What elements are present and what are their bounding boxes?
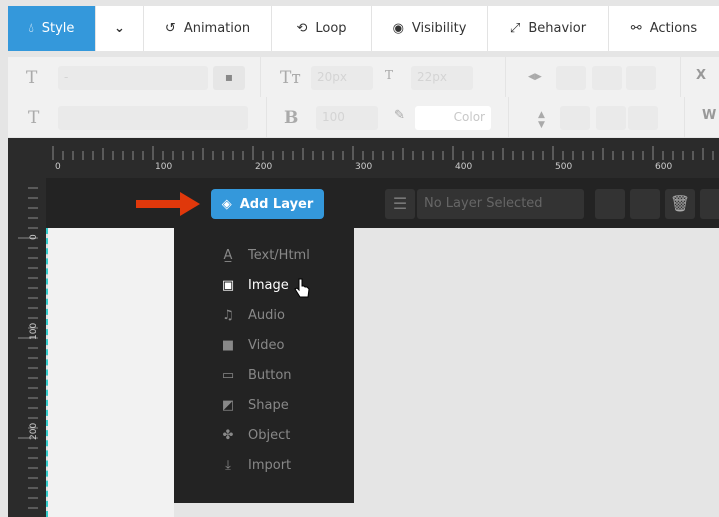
- menu-item-text-html[interactable]: A̲ Text/Html: [220, 248, 310, 263]
- menu-item-video[interactable]: ■ Video: [220, 338, 285, 353]
- vertical-ruler[interactable]: 0 100 200: [8, 178, 46, 517]
- line-height-input[interactable]: 22px: [411, 66, 473, 90]
- align-right-button[interactable]: [626, 66, 656, 90]
- tab-more-dropdown[interactable]: ⌄: [96, 6, 144, 51]
- loop-icon: ⟲: [296, 21, 308, 36]
- layer-action-button[interactable]: [595, 189, 625, 219]
- font-size-icon: Tт: [280, 68, 301, 88]
- menu-item-audio[interactable]: ♫ Audio: [220, 308, 285, 323]
- shape-icon: ◩: [221, 398, 235, 413]
- font-style-select[interactable]: [58, 106, 248, 130]
- horizontal-ruler[interactable]: 0 100 200 300 400 500 600: [46, 146, 719, 176]
- tab-behavior[interactable]: ⤢ Behavior: [488, 6, 609, 51]
- pencil-icon: ✎: [394, 108, 405, 123]
- history-icon: ↺: [164, 21, 176, 36]
- download-icon: ⤓: [225, 458, 231, 473]
- align-top-button[interactable]: [560, 106, 590, 130]
- chevron-down-icon: ⌄: [114, 21, 125, 36]
- video-camera-icon: ■: [221, 338, 235, 353]
- tab-visibility[interactable]: ◉ Visibility: [372, 6, 488, 51]
- menu-item-import[interactable]: ⤓ Import: [220, 458, 291, 473]
- ruler-label: 500: [555, 162, 572, 172]
- tab-loop[interactable]: ⟲ Loop: [272, 6, 372, 51]
- add-layer-menu: A̲ Text/Html ▣ Image ♫ Audio ■ Video ▭ Button ◩ Sha…: [174, 228, 354, 503]
- ruler-label: 0: [55, 162, 61, 172]
- ruler-label: 300: [355, 162, 372, 172]
- text-icon: A̲: [223, 248, 233, 263]
- horizontal-align-icon: ◀▶: [528, 72, 542, 82]
- ruler-label: 100: [29, 323, 39, 340]
- image-icon: ▣: [221, 278, 235, 293]
- toolbar-row-2: T B 100 ✎ Color ▲ ▼ W: [8, 97, 719, 138]
- button-icon: ▭: [221, 368, 235, 383]
- tab-bar: 💧︎ Style ⌄ ↺ Animation ⟲ Loop ◉ Visibility ⤢…: [8, 6, 719, 51]
- line-height-icon: T: [385, 68, 394, 82]
- layer-list-button[interactable]: ☰: [385, 189, 415, 219]
- menu-item-shape[interactable]: ◩ Shape: [220, 398, 289, 413]
- ruler-label: 200: [255, 162, 272, 172]
- delete-layer-button[interactable]: 🗑︎: [665, 189, 695, 219]
- ruler-label: 200: [29, 423, 39, 440]
- duplicate-layer-button[interactable]: [700, 189, 719, 219]
- font-family-select[interactable]: -: [58, 66, 208, 90]
- font-weight-icon: B: [284, 108, 299, 128]
- menu-item-image[interactable]: ▣ Image: [220, 278, 289, 293]
- expand-icon: ⤢: [509, 21, 521, 36]
- layer-action-button[interactable]: [630, 189, 660, 219]
- save-icon[interactable]: ▪: [213, 66, 245, 90]
- eye-icon: ◉: [392, 21, 404, 36]
- selected-layer-field[interactable]: No Layer Selected: [417, 189, 584, 219]
- tab-actions[interactable]: ⚯ Actions: [609, 6, 719, 51]
- droplet-icon: 💧︎: [28, 21, 34, 36]
- arrow-pointer: [136, 192, 200, 216]
- width-label: W: [702, 108, 717, 123]
- ruler-label: 100: [155, 162, 172, 172]
- x-position-label: X: [696, 68, 707, 83]
- font-weight-input[interactable]: 100: [316, 106, 378, 130]
- menu-item-object[interactable]: ✤ Object: [220, 428, 291, 443]
- font-size-input[interactable]: 20px: [311, 66, 373, 90]
- layers-icon: ◈: [221, 196, 232, 212]
- tab-animation[interactable]: ↺ Animation: [144, 6, 272, 51]
- hand-cursor-icon: [294, 278, 310, 298]
- align-middle-button[interactable]: [596, 106, 626, 130]
- ruler-label: 400: [455, 162, 472, 172]
- align-center-button[interactable]: [592, 66, 622, 90]
- menu-icon: ☰: [392, 194, 408, 213]
- slide-area[interactable]: [48, 228, 174, 517]
- ruler-label: 600: [655, 162, 672, 172]
- vertical-align-icon: ▲ ▼: [538, 110, 545, 130]
- link-icon: ⚯: [630, 21, 642, 36]
- align-left-button[interactable]: [556, 66, 586, 90]
- add-layer-button[interactable]: ◈ Add Layer: [211, 189, 324, 219]
- align-bottom-button[interactable]: [628, 106, 658, 130]
- ruler-label: 0: [29, 234, 39, 240]
- menu-item-button[interactable]: ▭ Button: [220, 368, 292, 383]
- music-icon: ♫: [222, 308, 234, 323]
- toolbar-row-1: T - ▪ Tт 20px T 22px ◀▶ X: [8, 57, 719, 98]
- tab-style[interactable]: 💧︎ Style: [8, 6, 96, 51]
- color-picker[interactable]: Color: [415, 106, 491, 130]
- font-family-icon: T: [26, 68, 38, 88]
- font-style-icon: T: [28, 108, 40, 128]
- puzzle-icon: ✤: [222, 428, 234, 443]
- trash-icon: 🗑︎: [669, 194, 691, 213]
